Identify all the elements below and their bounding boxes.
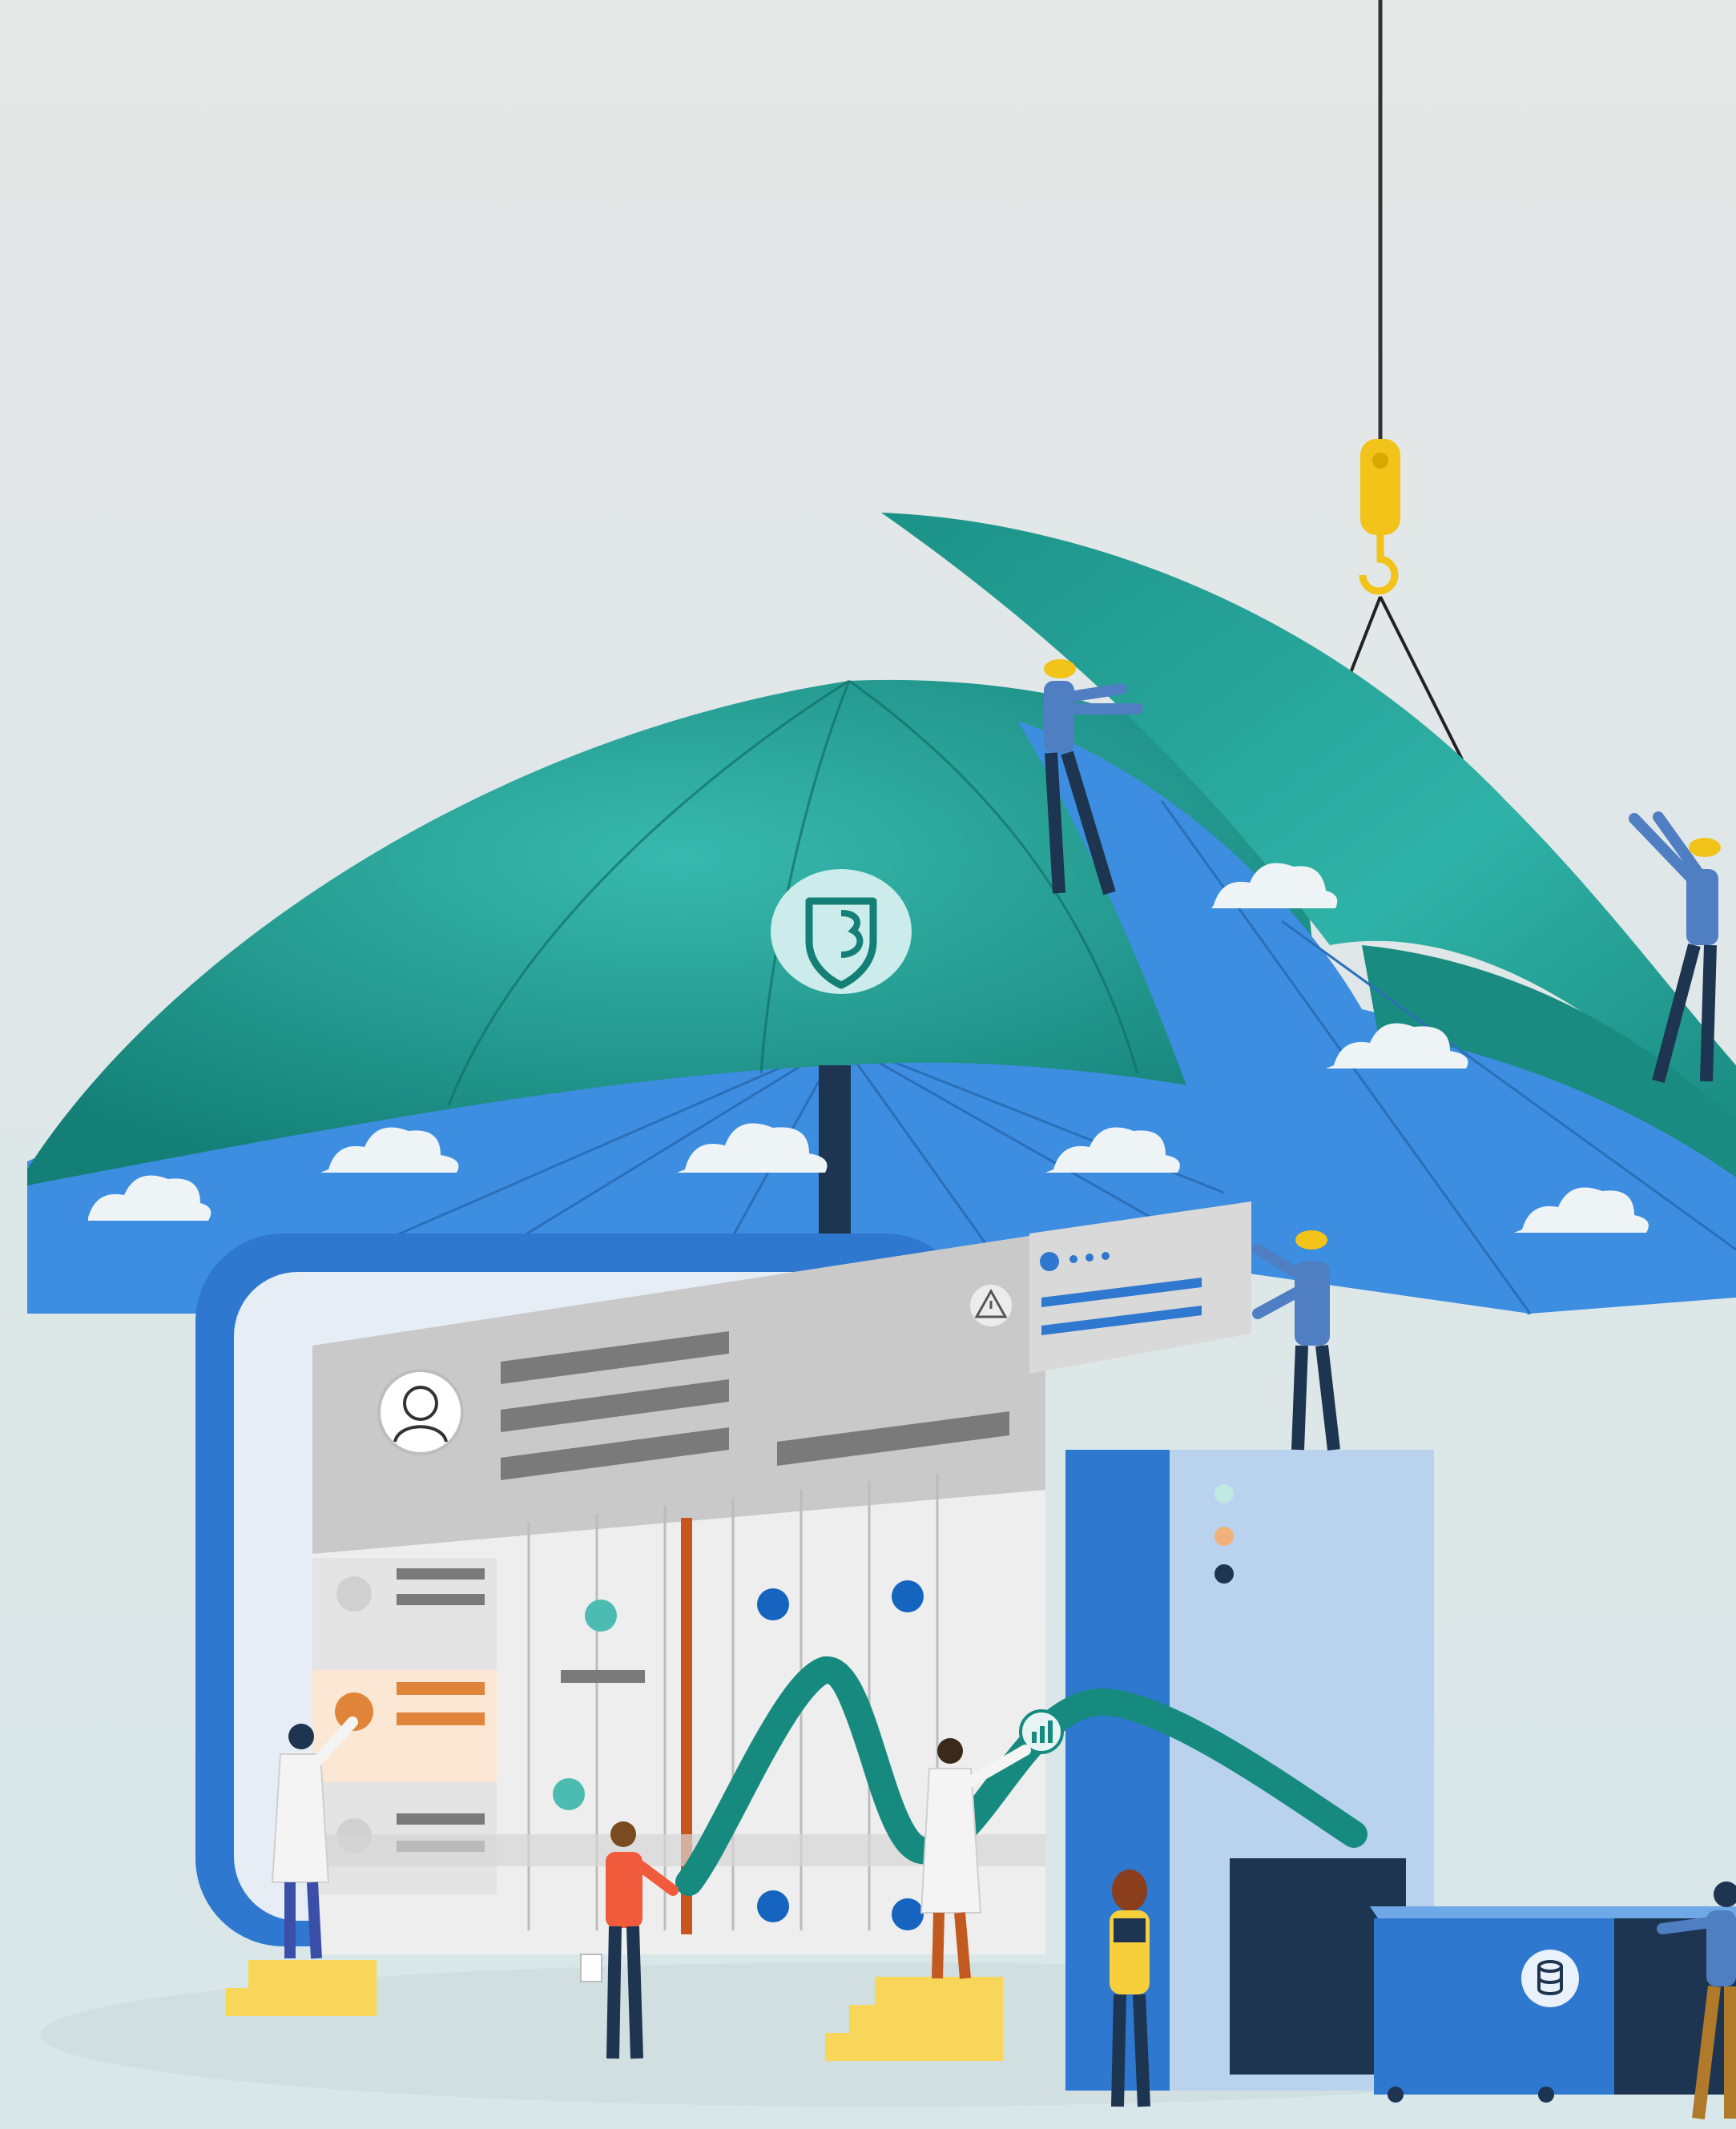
shield-logo-icon: [771, 869, 912, 994]
status-light: [1214, 1527, 1234, 1546]
status-light: [1214, 1564, 1234, 1584]
step: [226, 1988, 377, 2016]
timeline-point: [757, 1890, 789, 1922]
capsule-icon: [336, 1576, 372, 1612]
timeline-point: [757, 1588, 789, 1620]
warning-triangle-icon: [970, 1285, 1012, 1326]
tablet: [1114, 1918, 1146, 1942]
status-light: [1214, 1484, 1234, 1503]
user-avatar-icon: [377, 1369, 464, 1455]
timeline-point: [553, 1778, 585, 1810]
timeline-bar: [561, 1670, 645, 1683]
illustration-canvas: [0, 0, 1736, 2129]
umbrella-illustration: [0, 0, 1736, 2129]
database-box: [1370, 1906, 1736, 2103]
step: [875, 1977, 1003, 2005]
timeline-point: [585, 1600, 617, 1632]
timeline-point: [892, 1898, 924, 1930]
timeline-point: [892, 1580, 924, 1612]
step: [825, 2033, 1003, 2061]
step: [248, 1960, 377, 1988]
step: [849, 2005, 1003, 2033]
database-icon: [1521, 1950, 1579, 2007]
